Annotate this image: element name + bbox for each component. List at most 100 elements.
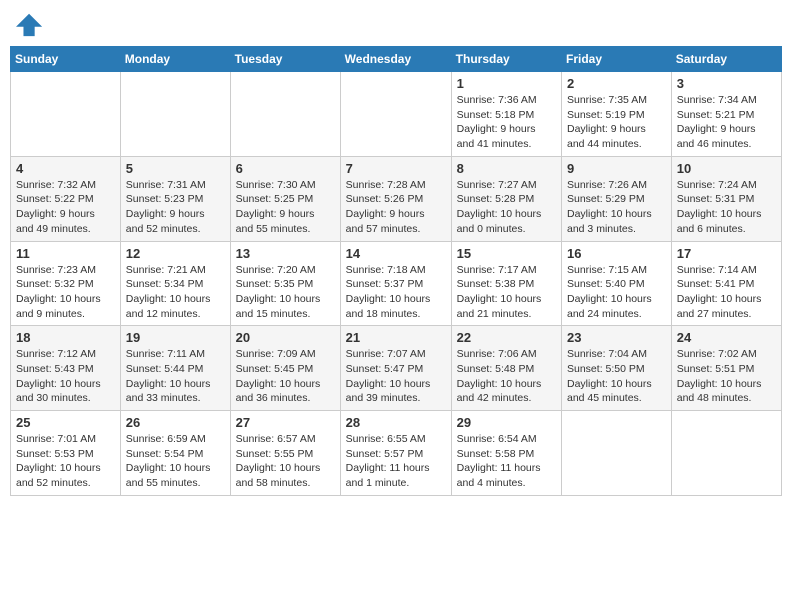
calendar-cell: 9 Sunrise: 7:26 AM Sunset: 5:29 PM Daylig… [562,156,672,241]
day-info: Sunrise: 7:34 AM Sunset: 5:21 PM Dayligh… [677,93,776,152]
calendar-header-row: SundayMondayTuesdayWednesdayThursdayFrid… [11,47,782,72]
week-row-3: 11 Sunrise: 7:23 AM Sunset: 5:32 PM Dayli… [11,241,782,326]
column-header-thursday: Thursday [451,47,561,72]
day-number: 5 [126,161,225,176]
day-info: Sunrise: 7:30 AM Sunset: 5:25 PM Dayligh… [236,178,335,237]
calendar-cell [562,411,672,496]
calendar-cell: 19 Sunrise: 7:11 AM Sunset: 5:44 PM Dayli… [120,326,230,411]
calendar-cell: 17 Sunrise: 7:14 AM Sunset: 5:41 PM Dayli… [671,241,781,326]
day-number: 18 [16,330,115,345]
logo [14,10,44,38]
day-number: 4 [16,161,115,176]
day-info: Sunrise: 7:20 AM Sunset: 5:35 PM Dayligh… [236,263,335,322]
week-row-5: 25Sunrise: 7:01 AM Sunset: 5:53 PM Dayli… [11,411,782,496]
calendar-cell: 14 Sunrise: 7:18 AM Sunset: 5:37 PM Dayli… [340,241,451,326]
calendar-cell: 28 Sunrise: 6:55 AM Sunset: 5:57 PM Dayli… [340,411,451,496]
day-info: Sunrise: 7:27 AM Sunset: 5:28 PM Dayligh… [457,178,556,237]
calendar-cell: 1Sunrise: 7:36 AM Sunset: 5:18 PM Daylig… [451,72,561,157]
calendar-cell: 23 Sunrise: 7:04 AM Sunset: 5:50 PM Dayli… [562,326,672,411]
day-number: 6 [236,161,335,176]
day-info: Sunrise: 7:12 AM Sunset: 5:43 PM Dayligh… [16,347,115,406]
column-header-friday: Friday [562,47,672,72]
day-number: 17 [677,246,776,261]
calendar-cell: 6 Sunrise: 7:30 AM Sunset: 5:25 PM Daylig… [230,156,340,241]
day-number: 24 [677,330,776,345]
column-header-monday: Monday [120,47,230,72]
calendar-cell: 25Sunrise: 7:01 AM Sunset: 5:53 PM Dayli… [11,411,121,496]
day-number: 3 [677,76,776,91]
day-info: Sunrise: 7:11 AM Sunset: 5:44 PM Dayligh… [126,347,225,406]
column-header-tuesday: Tuesday [230,47,340,72]
day-number: 2 [567,76,666,91]
day-info: Sunrise: 7:07 AM Sunset: 5:47 PM Dayligh… [346,347,446,406]
day-info: Sunrise: 7:18 AM Sunset: 5:37 PM Dayligh… [346,263,446,322]
calendar-cell: 15Sunrise: 7:17 AM Sunset: 5:38 PM Dayli… [451,241,561,326]
day-number: 9 [567,161,666,176]
day-info: Sunrise: 7:26 AM Sunset: 5:29 PM Dayligh… [567,178,666,237]
day-info: Sunrise: 7:02 AM Sunset: 5:51 PM Dayligh… [677,347,776,406]
week-row-1: 1Sunrise: 7:36 AM Sunset: 5:18 PM Daylig… [11,72,782,157]
calendar-cell: 21Sunrise: 7:07 AM Sunset: 5:47 PM Dayli… [340,326,451,411]
day-info: Sunrise: 7:23 AM Sunset: 5:32 PM Dayligh… [16,263,115,322]
calendar-table: SundayMondayTuesdayWednesdayThursdayFrid… [10,46,782,496]
calendar-cell: 12 Sunrise: 7:21 AM Sunset: 5:34 PM Dayli… [120,241,230,326]
day-number: 19 [126,330,225,345]
day-info: Sunrise: 6:57 AM Sunset: 5:55 PM Dayligh… [236,432,335,491]
day-info: Sunrise: 7:15 AM Sunset: 5:40 PM Dayligh… [567,263,666,322]
calendar-cell: 4 Sunrise: 7:32 AM Sunset: 5:22 PM Daylig… [11,156,121,241]
day-info: Sunrise: 7:35 AM Sunset: 5:19 PM Dayligh… [567,93,666,152]
day-number: 13 [236,246,335,261]
calendar-cell [120,72,230,157]
day-number: 7 [346,161,446,176]
calendar-cell: 10 Sunrise: 7:24 AM Sunset: 5:31 PM Dayli… [671,156,781,241]
calendar-cell: 13 Sunrise: 7:20 AM Sunset: 5:35 PM Dayli… [230,241,340,326]
calendar-cell: 7 Sunrise: 7:28 AM Sunset: 5:26 PM Daylig… [340,156,451,241]
day-number: 1 [457,76,556,91]
day-info: Sunrise: 7:31 AM Sunset: 5:23 PM Dayligh… [126,178,225,237]
day-info: Sunrise: 7:28 AM Sunset: 5:26 PM Dayligh… [346,178,446,237]
day-number: 20 [236,330,335,345]
day-number: 29 [457,415,556,430]
day-info: Sunrise: 6:54 AM Sunset: 5:58 PM Dayligh… [457,432,556,491]
day-number: 11 [16,246,115,261]
day-number: 28 [346,415,446,430]
calendar-cell [11,72,121,157]
calendar-cell: 18 Sunrise: 7:12 AM Sunset: 5:43 PM Dayli… [11,326,121,411]
calendar-cell: 16 Sunrise: 7:15 AM Sunset: 5:40 PM Dayli… [562,241,672,326]
day-info: Sunrise: 7:21 AM Sunset: 5:34 PM Dayligh… [126,263,225,322]
day-info: Sunrise: 7:14 AM Sunset: 5:41 PM Dayligh… [677,263,776,322]
column-header-saturday: Saturday [671,47,781,72]
calendar-cell: 26Sunrise: 6:59 AM Sunset: 5:54 PM Dayli… [120,411,230,496]
column-header-sunday: Sunday [11,47,121,72]
day-number: 12 [126,246,225,261]
calendar-cell [340,72,451,157]
day-info: Sunrise: 6:59 AM Sunset: 5:54 PM Dayligh… [126,432,225,491]
day-number: 22 [457,330,556,345]
day-info: Sunrise: 6:55 AM Sunset: 5:57 PM Dayligh… [346,432,446,491]
page-header [10,10,782,38]
column-header-wednesday: Wednesday [340,47,451,72]
day-info: Sunrise: 7:32 AM Sunset: 5:22 PM Dayligh… [16,178,115,237]
day-number: 25 [16,415,115,430]
week-row-4: 18 Sunrise: 7:12 AM Sunset: 5:43 PM Dayli… [11,326,782,411]
calendar-cell: 22Sunrise: 7:06 AM Sunset: 5:48 PM Dayli… [451,326,561,411]
calendar-cell [230,72,340,157]
calendar-cell: 29 Sunrise: 6:54 AM Sunset: 5:58 PM Dayli… [451,411,561,496]
day-number: 10 [677,161,776,176]
calendar-cell: 27 Sunrise: 6:57 AM Sunset: 5:55 PM Dayli… [230,411,340,496]
day-number: 15 [457,246,556,261]
day-number: 14 [346,246,446,261]
day-number: 16 [567,246,666,261]
calendar-cell: 24 Sunrise: 7:02 AM Sunset: 5:51 PM Dayli… [671,326,781,411]
day-info: Sunrise: 7:24 AM Sunset: 5:31 PM Dayligh… [677,178,776,237]
calendar-cell: 8 Sunrise: 7:27 AM Sunset: 5:28 PM Daylig… [451,156,561,241]
day-number: 27 [236,415,335,430]
day-number: 23 [567,330,666,345]
calendar-cell: 2 Sunrise: 7:35 AM Sunset: 5:19 PM Daylig… [562,72,672,157]
day-info: Sunrise: 7:04 AM Sunset: 5:50 PM Dayligh… [567,347,666,406]
day-info: Sunrise: 7:09 AM Sunset: 5:45 PM Dayligh… [236,347,335,406]
calendar-cell: 3 Sunrise: 7:34 AM Sunset: 5:21 PM Daylig… [671,72,781,157]
calendar-cell [671,411,781,496]
calendar-cell: 11 Sunrise: 7:23 AM Sunset: 5:32 PM Dayli… [11,241,121,326]
day-number: 8 [457,161,556,176]
